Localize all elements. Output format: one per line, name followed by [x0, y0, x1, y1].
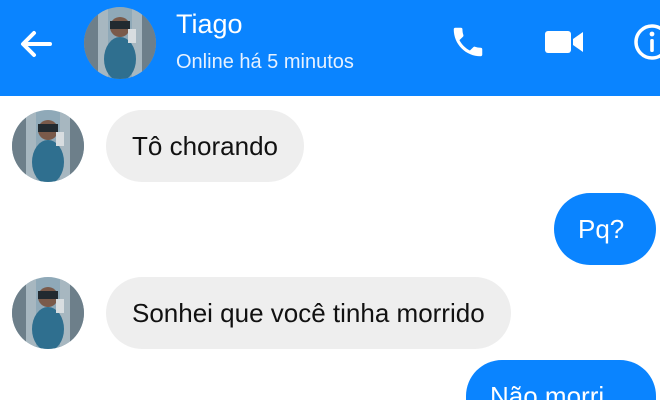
- conversation-header: Tiago Online há 5 minutos: [0, 0, 660, 96]
- contact-name[interactable]: Tiago: [176, 8, 243, 40]
- back-button[interactable]: [16, 24, 56, 64]
- message-bubble-incoming[interactable]: Sonhei que você tinha morrido: [106, 277, 511, 349]
- info-icon: [634, 24, 660, 60]
- conversation-info-button[interactable]: [630, 20, 660, 64]
- presence-status: Online há 5 minutos: [176, 51, 354, 73]
- message-bubble-outgoing[interactable]: Pq?: [554, 193, 656, 265]
- contact-avatar[interactable]: [84, 7, 156, 79]
- video-call-button[interactable]: [540, 20, 588, 64]
- sender-avatar[interactable]: [12, 110, 84, 182]
- avatar-photo: [12, 110, 84, 182]
- sender-avatar[interactable]: [12, 277, 84, 349]
- avatar-photo: [12, 277, 84, 349]
- message-bubble-incoming[interactable]: Tô chorando: [106, 110, 304, 182]
- back-arrow-icon: [21, 31, 52, 57]
- avatar-photo: [84, 7, 156, 79]
- chat-screen: Tiago Online há 5 minutos Tô chorando Pq…: [0, 0, 660, 400]
- voice-call-button[interactable]: [446, 20, 490, 64]
- phone-icon: [453, 27, 483, 57]
- video-camera-icon: [545, 31, 583, 53]
- message-bubble-outgoing[interactable]: Não morri: [466, 360, 656, 400]
- header-edge: [548, 88, 628, 96]
